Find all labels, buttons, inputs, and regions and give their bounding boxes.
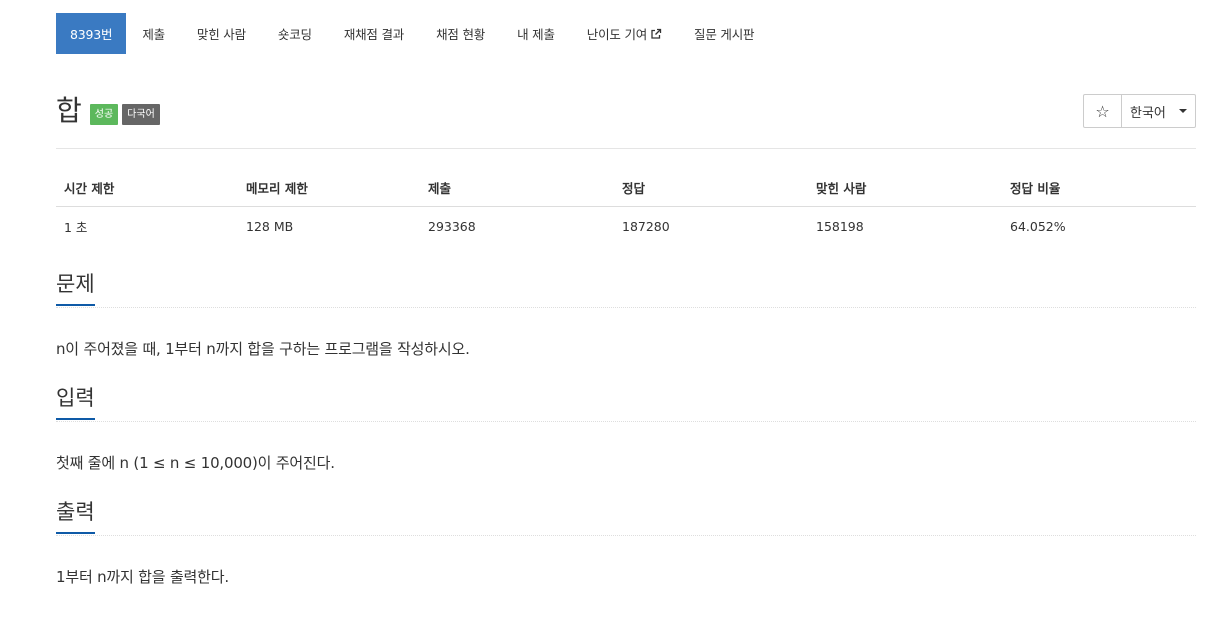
time-limit-value: 1 초 [64, 220, 88, 235]
input-heading: 입력 [56, 384, 95, 420]
submissions-value: 293368 [428, 219, 476, 234]
external-link-icon [651, 28, 662, 39]
problem-actions: ☆ 한국어 [1083, 94, 1196, 128]
problem-info-table: 시간 제한 메모리 제한 제출 정답 맞힌 사람 정답 비율 1 초 128 M… [56, 172, 1196, 244]
tab-judge-status[interactable]: 채점 현황 [420, 13, 501, 54]
tab-problem-number[interactable]: 8393번 [56, 13, 127, 54]
solved-users-value: 158198 [816, 219, 864, 234]
info-header-row: 시간 제한 메모리 제한 제출 정답 맞힌 사람 정답 비율 [56, 172, 1196, 207]
output-section: 출력 1부터 n까지 합을 출력한다. [56, 500, 1196, 587]
problem-title: 합 [56, 94, 82, 127]
memory-limit-value: 128 MB [246, 219, 294, 234]
header-accept-ratio: 정답 비율 [1002, 172, 1196, 207]
header-time-limit: 시간 제한 [56, 172, 238, 207]
language-label: 한국어 [1130, 105, 1166, 121]
tab-difficulty-label: 난이도 기여 [586, 27, 648, 42]
favorite-button[interactable]: ☆ [1083, 94, 1122, 128]
input-section: 입력 첫째 줄에 n (1 ≤ n ≤ 10,000)이 주어진다. [56, 386, 1196, 473]
info-value-row: 1 초 128 MB 293368 187280 158198 64.052% [56, 207, 1196, 245]
title-divider [56, 148, 1196, 149]
problem-tabs: 8393번 제출 맞힌 사람 숏코딩 재채점 결과 채점 현황 내 제출 난이도… [56, 13, 770, 54]
tab-short-coding[interactable]: 숏코딩 [262, 13, 328, 54]
header-accepted: 정답 [614, 172, 808, 207]
tab-rejudge-results[interactable]: 재채점 결과 [328, 13, 420, 54]
problem-page: 8393번 제출 맞힌 사람 숏코딩 재채점 결과 채점 현황 내 제출 난이도… [0, 0, 1228, 618]
description-section: 문제 n이 주어졌을 때, 1부터 n까지 합을 구하는 프로그램을 작성하시오… [56, 272, 1196, 359]
accept-ratio-value: 64.052% [1010, 219, 1066, 234]
header-solved-users: 맞힌 사람 [808, 172, 1002, 207]
input-heading-bar: 입력 [56, 386, 1196, 422]
input-text: 첫째 줄에 n (1 ≤ n ≤ 10,000)이 주어진다. [56, 454, 335, 472]
output-text: 1부터 n까지 합을 출력한다. [56, 568, 229, 586]
problem-title-row: 합 성공 다국어 [56, 95, 160, 127]
multilang-badge: 다국어 [122, 104, 160, 125]
tab-question-board[interactable]: 질문 게시판 [678, 13, 770, 54]
header-memory-limit: 메모리 제한 [238, 172, 420, 207]
tab-difficulty-contribution[interactable]: 난이도 기여 [571, 13, 678, 54]
output-heading-bar: 출력 [56, 500, 1196, 536]
caret-down-icon [1179, 109, 1187, 113]
tab-submit[interactable]: 제출 [126, 13, 181, 54]
description-heading: 문제 [56, 270, 95, 306]
header-submissions: 제출 [420, 172, 614, 207]
description-text: n이 주어졌을 때, 1부터 n까지 합을 구하는 프로그램을 작성하시오. [56, 340, 470, 358]
language-dropdown[interactable]: 한국어 [1122, 94, 1196, 128]
output-heading: 출력 [56, 498, 95, 534]
tab-solved-users[interactable]: 맞힌 사람 [181, 13, 262, 54]
description-heading-bar: 문제 [56, 272, 1196, 308]
success-badge: 성공 [89, 104, 119, 125]
star-icon: ☆ [1095, 101, 1110, 121]
accepted-value: 187280 [622, 219, 670, 234]
tab-my-submissions[interactable]: 내 제출 [501, 13, 571, 54]
